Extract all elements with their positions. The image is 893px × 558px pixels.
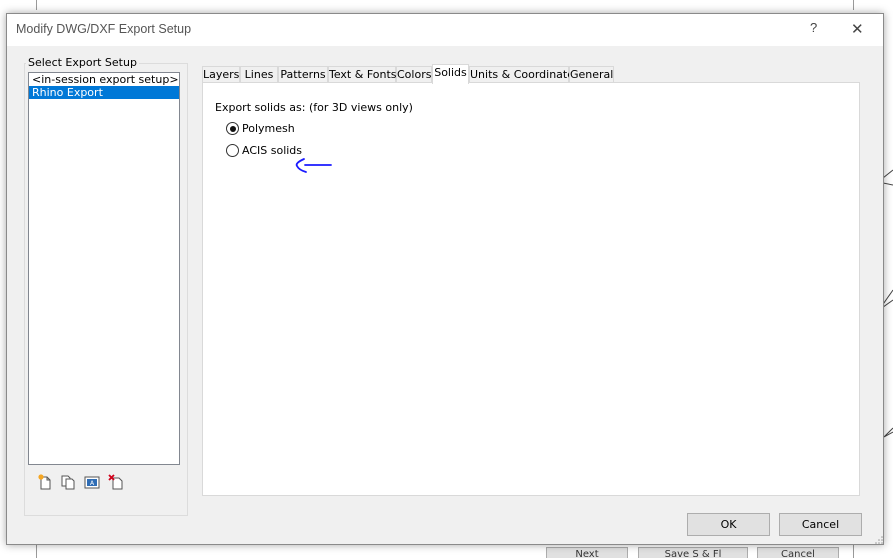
polymesh-label[interactable]: Polymesh [242, 122, 295, 135]
hand-drawn-arrow-annotation [295, 158, 332, 173]
list-item-in-session-setup[interactable]: <in-session export setup> [29, 73, 179, 86]
dialog-titlebar[interactable]: Modify DWG/DXF Export Setup ? ✕ [7, 14, 883, 46]
close-icon[interactable]: ✕ [851, 20, 864, 38]
acis-solids-label[interactable]: ACIS solids [242, 144, 302, 157]
tab-text-fonts[interactable]: Text & Fonts [328, 66, 397, 83]
tab-layers[interactable]: Layers [202, 66, 240, 83]
export-setup-dialog: Modify DWG/DXF Export Setup ? ✕ Select E… [6, 13, 884, 545]
tab-patterns[interactable]: Patterns [278, 66, 328, 83]
export-solids-label: Export solids as: (for 3D views only) [215, 101, 413, 114]
background-window-edge [853, 0, 854, 10]
tab-general[interactable]: General [569, 66, 614, 83]
new-setup-icon[interactable] [36, 473, 54, 491]
tab-units-coordinates[interactable]: Units & Coordinates [469, 66, 580, 83]
help-icon[interactable]: ? [810, 20, 817, 35]
list-item-rhino-export[interactable]: Rhino Export [29, 86, 179, 99]
background-window-edge [36, 0, 37, 10]
export-setup-list[interactable]: <in-session export setup> Rhino Export [28, 72, 180, 465]
duplicate-setup-icon[interactable] [59, 473, 77, 491]
cancel-button[interactable]: Cancel [779, 513, 862, 536]
solids-tab-panel: Export solids as: (for 3D views only) Po… [202, 82, 860, 496]
rename-setup-icon[interactable]: A [83, 473, 101, 491]
tab-colors[interactable]: Colors [396, 66, 432, 83]
polymesh-radio[interactable] [226, 122, 239, 135]
tab-lines[interactable]: Lines [240, 66, 278, 83]
acis-solids-radio[interactable] [226, 144, 239, 157]
delete-setup-icon[interactable] [107, 473, 125, 491]
ok-button[interactable]: OK [687, 513, 770, 536]
background-cancel-button: Cancel [757, 547, 839, 558]
select-export-setup-label: Select Export Setup [26, 56, 139, 69]
background-save-button: Save S & Fl [638, 547, 748, 558]
tab-solids[interactable]: Solids [432, 64, 469, 84]
resize-grip-icon[interactable] [874, 535, 884, 545]
background-next-button: Next [546, 547, 628, 558]
dialog-title: Modify DWG/DXF Export Setup [16, 22, 192, 36]
